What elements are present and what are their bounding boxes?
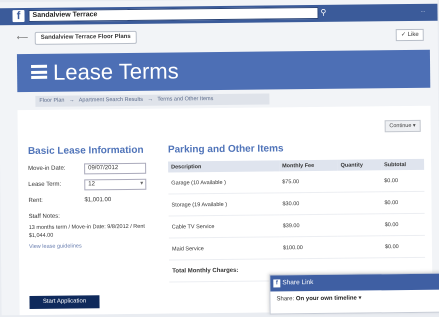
continue-dropdown-button[interactable]: Continue ▾	[384, 119, 421, 133]
title-banner: Lease Terms	[16, 49, 431, 93]
item-quantity[interactable]	[338, 213, 382, 237]
move-in-row: Move-in Date: 09/07/2012	[28, 162, 168, 179]
lease-term-select[interactable]: 12 ▾	[84, 178, 147, 191]
view-guidelines-link[interactable]: View lease guidelines	[29, 243, 169, 250]
move-in-date-field[interactable]: 09/07/2012	[84, 162, 147, 175]
move-in-date-value: 09/07/2012	[88, 165, 119, 172]
chevron-down-icon: ▾	[140, 180, 144, 187]
item-quantity[interactable]	[338, 235, 383, 259]
chevron-down-icon: ▾	[358, 295, 362, 302]
staff-notes-label: Staff Notes:	[28, 213, 60, 221]
table-row: Cable TV Service $39.00 $0.00	[168, 213, 425, 239]
rent-value: $1,001.00	[84, 197, 112, 204]
item-fee: $75.00	[279, 170, 338, 193]
back-arrow-icon[interactable]: ⟵	[17, 33, 29, 42]
page-chip[interactable]: Sandalview Terrace Floor Plans	[34, 30, 137, 45]
top-bar: f Sandalview Terrace ⚲ ...	[0, 3, 438, 26]
item-fee: $100.00	[279, 236, 339, 259]
share-popup-body: Share: On your own timeline ▾	[270, 290, 439, 307]
table-row: Garage (10 Available ) $75.00 $0.00	[168, 169, 425, 195]
parking-heading: Parking and Other Items	[167, 143, 284, 156]
facebook-icon: f	[273, 279, 281, 288]
basic-lease-section: Basic Lease Information Move-in Date: 09…	[28, 145, 169, 250]
rent-label: Rent:	[28, 197, 43, 205]
item-fee: $30.00	[279, 192, 339, 215]
breadcrumb-separator: →	[147, 96, 154, 103]
parking-section: Parking and Other Items Description Mont…	[167, 142, 426, 283]
top-bar-links[interactable]: ...	[420, 8, 425, 14]
like-button[interactable]: ✓ Like	[395, 28, 424, 42]
start-application-button[interactable]: Start Application	[29, 295, 100, 309]
item-quantity[interactable]	[337, 170, 382, 193]
item-subtotal: $0.00	[381, 213, 425, 236]
breadcrumb-separator: →	[68, 97, 75, 104]
menu-icon[interactable]	[31, 64, 48, 79]
rent-row: Rent: $1,001.00	[28, 194, 168, 211]
staff-notes-text: 13 months term / Move-in Date: 9/8/2012 …	[28, 223, 145, 240]
breadcrumb-current: Terms and Other Items	[157, 96, 214, 103]
breadcrumb: Floor Plan → Apartment Search Results → …	[35, 93, 270, 107]
column-header: Quantity	[337, 159, 382, 171]
basic-lease-heading: Basic Lease Information	[27, 144, 144, 158]
page-title: Lease Terms	[52, 58, 179, 85]
total-label: Total Monthly Charges:	[169, 258, 281, 283]
column-header: Subtotal	[381, 158, 425, 171]
share-popup[interactable]: f Share Link Share: On your own timeline…	[269, 272, 439, 315]
breadcrumb-floor-plan[interactable]: Floor Plan	[39, 98, 64, 104]
page-chip-row: ⟵ Sandalview Terrace Floor Plans ✓ Like	[0, 24, 438, 49]
table-row: Maid Service $100.00 $0.00	[168, 235, 426, 261]
item-fee: $39.00	[279, 214, 339, 237]
browser-frame: f Sandalview Terrace ⚲ ... ⟵ Sandalview …	[0, 0, 439, 316]
lease-term-row: Lease Term: 12 ▾	[28, 178, 168, 195]
lease-term-value: 12	[88, 181, 96, 188]
breadcrumb-search-results[interactable]: Apartment Search Results	[79, 97, 143, 104]
item-description: Garage (10 Available )	[168, 171, 280, 195]
item-description: Cable TV Service	[168, 214, 280, 239]
item-subtotal: $0.00	[381, 235, 426, 258]
item-description: Maid Service	[168, 236, 281, 261]
parking-table: Description Monthly Fee Quantity Subtota…	[168, 158, 426, 283]
item-subtotal: $0.00	[381, 169, 425, 192]
item-subtotal: $0.00	[381, 191, 425, 214]
column-header: Monthly Fee	[279, 159, 338, 172]
move-in-label: Move-in Date:	[28, 165, 66, 173]
share-label: Share:	[276, 296, 295, 303]
facebook-logo-icon[interactable]: f	[12, 10, 25, 23]
search-input[interactable]: Sandalview Terrace	[28, 6, 319, 22]
item-description: Storage (19 Available )	[168, 192, 280, 217]
share-popup-header: f Share Link	[270, 273, 439, 292]
item-quantity[interactable]	[337, 191, 382, 215]
share-popup-title: Share Link	[282, 279, 314, 287]
table-row: Storage (19 Available ) $30.00 $0.00	[168, 191, 425, 217]
share-target-select[interactable]: On your own timeline	[296, 296, 357, 303]
search-icon[interactable]: ⚲	[320, 8, 330, 18]
lease-term-label: Lease Term:	[28, 181, 62, 189]
staff-notes-row: Staff Notes:	[29, 210, 169, 221]
